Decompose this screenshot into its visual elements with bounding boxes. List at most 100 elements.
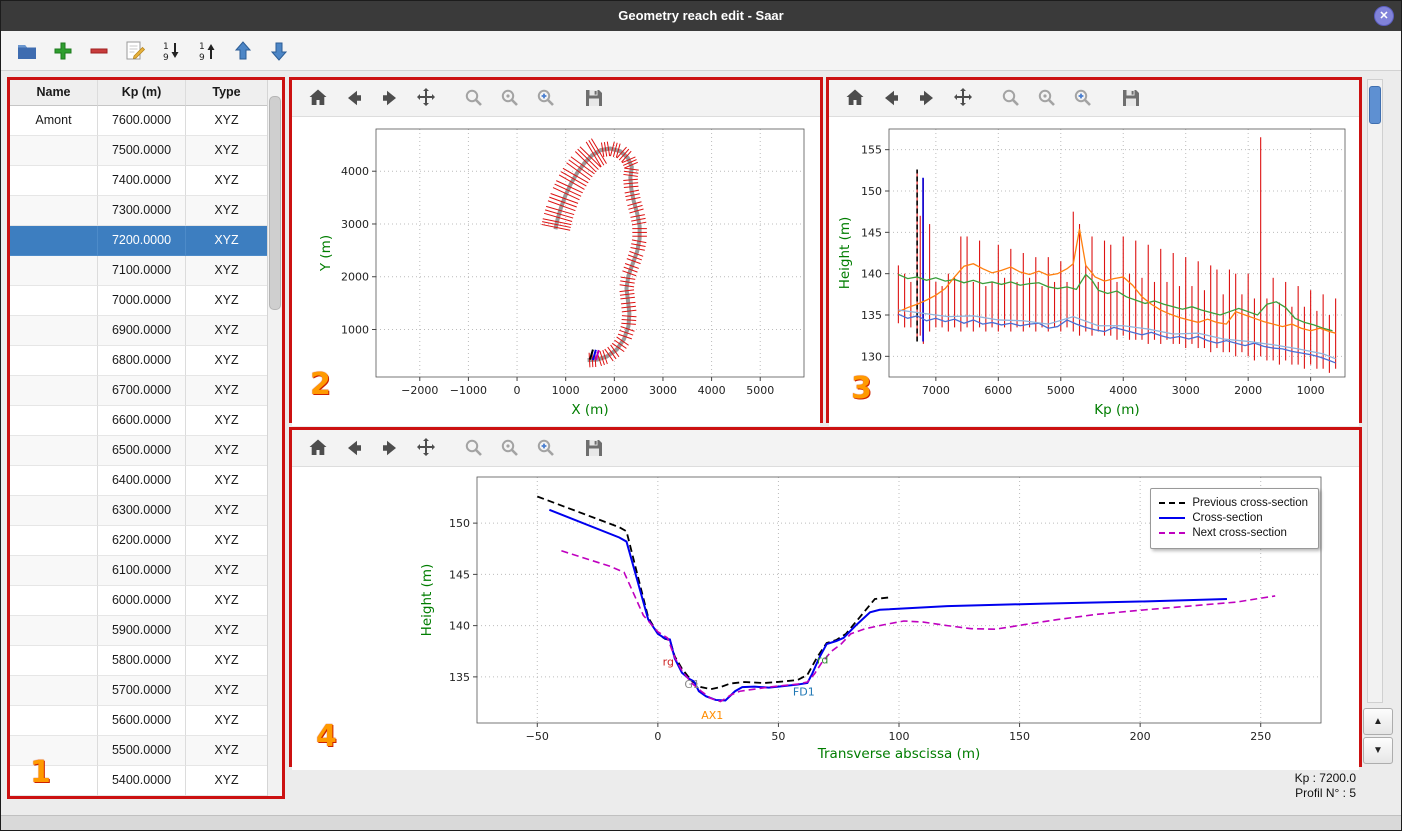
cell-name[interactable] <box>10 646 98 676</box>
zoom-button[interactable] <box>460 84 490 112</box>
cell-kp[interactable]: 5800.0000 <box>98 646 186 676</box>
cell-type[interactable]: XYZ <box>186 106 268 136</box>
forward-button[interactable] <box>376 84 406 112</box>
cell-name[interactable] <box>10 286 98 316</box>
cell-type[interactable]: XYZ <box>186 616 268 646</box>
cell-name[interactable] <box>10 496 98 526</box>
cell-kp[interactable]: 7300.0000 <box>98 196 186 226</box>
cell-kp[interactable]: 6800.0000 <box>98 346 186 376</box>
forward-button[interactable] <box>913 84 943 112</box>
profile-down-button[interactable]: ▼ <box>1363 737 1393 764</box>
zoom-region-button[interactable] <box>1069 84 1099 112</box>
cell-kp[interactable]: 6600.0000 <box>98 406 186 436</box>
save-button[interactable] <box>580 84 610 112</box>
cell-name[interactable] <box>10 346 98 376</box>
save-button[interactable] <box>580 434 610 462</box>
cell-kp[interactable]: 6100.0000 <box>98 556 186 586</box>
cell-name[interactable] <box>10 556 98 586</box>
table-row[interactable]: Amont 7600.0000 XYZ <box>10 106 282 136</box>
zoom-info-button[interactable] <box>496 84 526 112</box>
table-row[interactable]: 6400.0000 XYZ <box>10 466 282 496</box>
cell-name[interactable] <box>10 136 98 166</box>
cell-type[interactable]: XYZ <box>186 496 268 526</box>
pan-button[interactable] <box>949 84 979 112</box>
home-button[interactable] <box>304 84 334 112</box>
table-row[interactable]: 6500.0000 XYZ <box>10 436 282 466</box>
cell-kp[interactable]: 5700.0000 <box>98 676 186 706</box>
table-row[interactable]: 6800.0000 XYZ <box>10 346 282 376</box>
cell-name[interactable] <box>10 226 98 256</box>
cell-kp[interactable]: 7000.0000 <box>98 286 186 316</box>
cell-name[interactable] <box>10 196 98 226</box>
table-row[interactable]: 5400.0000 XYZ <box>10 766 282 796</box>
sort-ascending-button[interactable]: 19 <box>193 37 221 65</box>
home-button[interactable] <box>841 84 871 112</box>
profile-up-button[interactable]: ▲ <box>1363 708 1393 735</box>
table-row[interactable]: 7000.0000 XYZ <box>10 286 282 316</box>
cell-kp[interactable]: 6900.0000 <box>98 316 186 346</box>
back-button[interactable] <box>340 434 370 462</box>
cell-type[interactable]: XYZ <box>186 196 268 226</box>
table-row[interactable]: 7100.0000 XYZ <box>10 256 282 286</box>
cell-type[interactable]: XYZ <box>186 376 268 406</box>
cell-name[interactable] <box>10 436 98 466</box>
cell-type[interactable]: XYZ <box>186 526 268 556</box>
edit-button[interactable] <box>121 37 149 65</box>
cell-type[interactable]: XYZ <box>186 466 268 496</box>
zoom-info-button[interactable] <box>496 434 526 462</box>
table-row[interactable]: 5500.0000 XYZ <box>10 736 282 766</box>
zoom-button[interactable] <box>460 434 490 462</box>
cell-type[interactable]: XYZ <box>186 166 268 196</box>
right-scrollbar[interactable] <box>1367 79 1383 703</box>
sort-descending-button[interactable]: 19 <box>157 37 185 65</box>
zoom-info-button[interactable] <box>1033 84 1063 112</box>
pan-button[interactable] <box>412 84 442 112</box>
cell-type[interactable]: XYZ <box>186 736 268 766</box>
cell-kp[interactable]: 5600.0000 <box>98 706 186 736</box>
cell-kp[interactable]: 5500.0000 <box>98 736 186 766</box>
cell-kp[interactable]: 6000.0000 <box>98 586 186 616</box>
cell-type[interactable]: XYZ <box>186 136 268 166</box>
cell-type[interactable]: XYZ <box>186 256 268 286</box>
cell-kp[interactable]: 6200.0000 <box>98 526 186 556</box>
cell-kp[interactable]: 6400.0000 <box>98 466 186 496</box>
cell-name[interactable] <box>10 256 98 286</box>
table-row[interactable]: 5900.0000 XYZ <box>10 616 282 646</box>
home-button[interactable] <box>304 434 334 462</box>
zoom-region-button[interactable] <box>532 84 562 112</box>
table-row[interactable]: 7400.0000 XYZ <box>10 166 282 196</box>
cell-type[interactable]: XYZ <box>186 346 268 376</box>
table-row[interactable]: 6900.0000 XYZ <box>10 316 282 346</box>
cell-kp[interactable]: 5400.0000 <box>98 766 186 796</box>
table-row[interactable]: 7200.0000 XYZ <box>10 226 282 256</box>
cell-kp[interactable]: 6300.0000 <box>98 496 186 526</box>
table-row[interactable]: 5600.0000 XYZ <box>10 706 282 736</box>
cell-type[interactable]: XYZ <box>186 706 268 736</box>
table-row[interactable]: 6100.0000 XYZ <box>10 556 282 586</box>
cell-name[interactable] <box>10 406 98 436</box>
cell-type[interactable]: XYZ <box>186 436 268 466</box>
cell-kp[interactable]: 6500.0000 <box>98 436 186 466</box>
cell-type[interactable]: XYZ <box>186 676 268 706</box>
table-row[interactable]: 6600.0000 XYZ <box>10 406 282 436</box>
longitudinal-plot[interactable]: 7000 6000 5000 4000 3000 2000 1000 130 135 140 145… <box>829 117 1359 426</box>
cell-name[interactable] <box>10 526 98 556</box>
cell-type[interactable]: XYZ <box>186 586 268 616</box>
open-button[interactable] <box>13 37 41 65</box>
cell-type[interactable]: XYZ <box>186 226 268 256</box>
table-row[interactable]: 7500.0000 XYZ <box>10 136 282 166</box>
cell-type[interactable]: XYZ <box>186 286 268 316</box>
zoom-button[interactable] <box>997 84 1027 112</box>
add-button[interactable] <box>49 37 77 65</box>
cell-name[interactable] <box>10 586 98 616</box>
save-button[interactable] <box>1117 84 1147 112</box>
cell-name[interactable] <box>10 616 98 646</box>
move-down-button[interactable] <box>265 37 293 65</box>
table-row[interactable]: 6700.0000 XYZ <box>10 376 282 406</box>
cell-name[interactable] <box>10 706 98 736</box>
cell-kp[interactable]: 7100.0000 <box>98 256 186 286</box>
table-row[interactable]: 5800.0000 XYZ <box>10 646 282 676</box>
back-button[interactable] <box>877 84 907 112</box>
cell-type[interactable]: XYZ <box>186 316 268 346</box>
cell-name[interactable] <box>10 466 98 496</box>
